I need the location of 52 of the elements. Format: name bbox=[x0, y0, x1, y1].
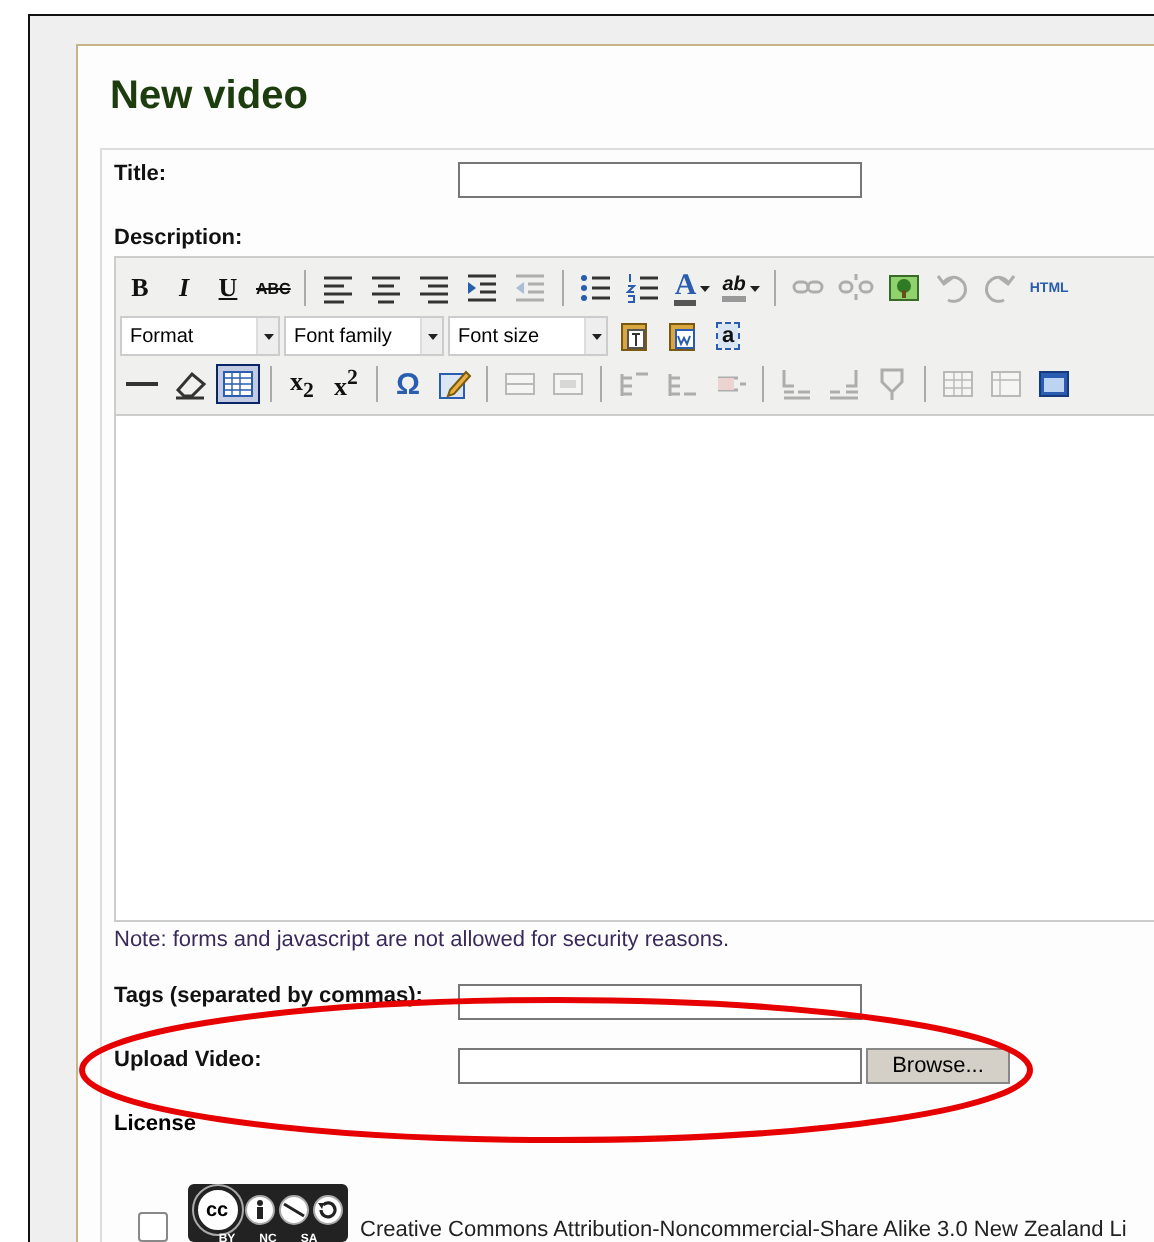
picture-icon bbox=[885, 270, 922, 306]
format-button[interactable]: I bbox=[164, 268, 204, 308]
indent-icon bbox=[464, 270, 501, 306]
share-alike-icon bbox=[311, 1194, 343, 1226]
format-button[interactable]: B bbox=[120, 268, 160, 308]
table-grid-icon bbox=[940, 366, 976, 402]
dropdown[interactable]: Font family bbox=[284, 316, 444, 356]
cell-split-icon bbox=[826, 366, 862, 402]
window-icon bbox=[1036, 366, 1072, 402]
caret-icon bbox=[700, 285, 711, 291]
eraser-icon bbox=[172, 366, 208, 402]
field-label: Upload Video: bbox=[114, 1048, 264, 1072]
undo-icon bbox=[933, 270, 970, 306]
section-label: License bbox=[114, 1112, 198, 1136]
person-icon bbox=[243, 1194, 275, 1226]
unlink-icon bbox=[837, 270, 874, 306]
clipboard-text-icon bbox=[616, 318, 652, 354]
caret-icon bbox=[263, 333, 273, 339]
bullet-list-icon bbox=[578, 270, 615, 306]
radio-button[interactable] bbox=[138, 1212, 168, 1242]
license-text: Creative Commons Attribution-Noncommercial-Share Alike 3.0 New Zealand Li bbox=[360, 1218, 1127, 1242]
format-button[interactable]: x$_{2}$ bbox=[282, 364, 322, 404]
file-input[interactable] bbox=[458, 1048, 862, 1084]
edit-icon bbox=[436, 366, 472, 402]
caret-icon bbox=[749, 285, 760, 291]
format-button[interactable]: ABC bbox=[252, 268, 295, 308]
outdent-icon bbox=[512, 270, 549, 306]
caret-icon bbox=[591, 333, 601, 339]
format-button[interactable]: U bbox=[208, 268, 248, 308]
field-label: Description: bbox=[114, 226, 245, 250]
horizontal-line-icon bbox=[124, 382, 160, 386]
field-label: Title: bbox=[114, 162, 169, 186]
note-text: Note: forms and javascript are not allowed for security reasons. bbox=[114, 928, 732, 952]
page-heading: New video bbox=[110, 74, 310, 120]
clipboard-document-icon bbox=[664, 318, 700, 354]
format-button[interactable]: A bbox=[670, 268, 715, 308]
numbered-list-icon bbox=[626, 270, 663, 306]
cc-logo: cc bbox=[193, 1186, 241, 1234]
browse-button[interactable]: Browse... bbox=[866, 1048, 1010, 1084]
dropdown[interactable]: Font size bbox=[448, 316, 608, 356]
format-button[interactable]: ab bbox=[718, 268, 764, 308]
dropdown[interactable]: Format bbox=[120, 316, 280, 356]
caret-icon bbox=[427, 333, 437, 339]
format-button[interactable]: a bbox=[708, 316, 748, 356]
format-button[interactable]: Ω bbox=[388, 364, 428, 404]
redo-icon bbox=[981, 270, 1018, 306]
title-input[interactable] bbox=[458, 162, 862, 198]
cell-split-icon bbox=[778, 366, 814, 402]
format-button[interactable]: x$^{2}$ bbox=[326, 364, 366, 404]
table-icon bbox=[220, 366, 256, 402]
table-grid-icon bbox=[988, 366, 1024, 402]
table-button[interactable] bbox=[216, 364, 260, 404]
